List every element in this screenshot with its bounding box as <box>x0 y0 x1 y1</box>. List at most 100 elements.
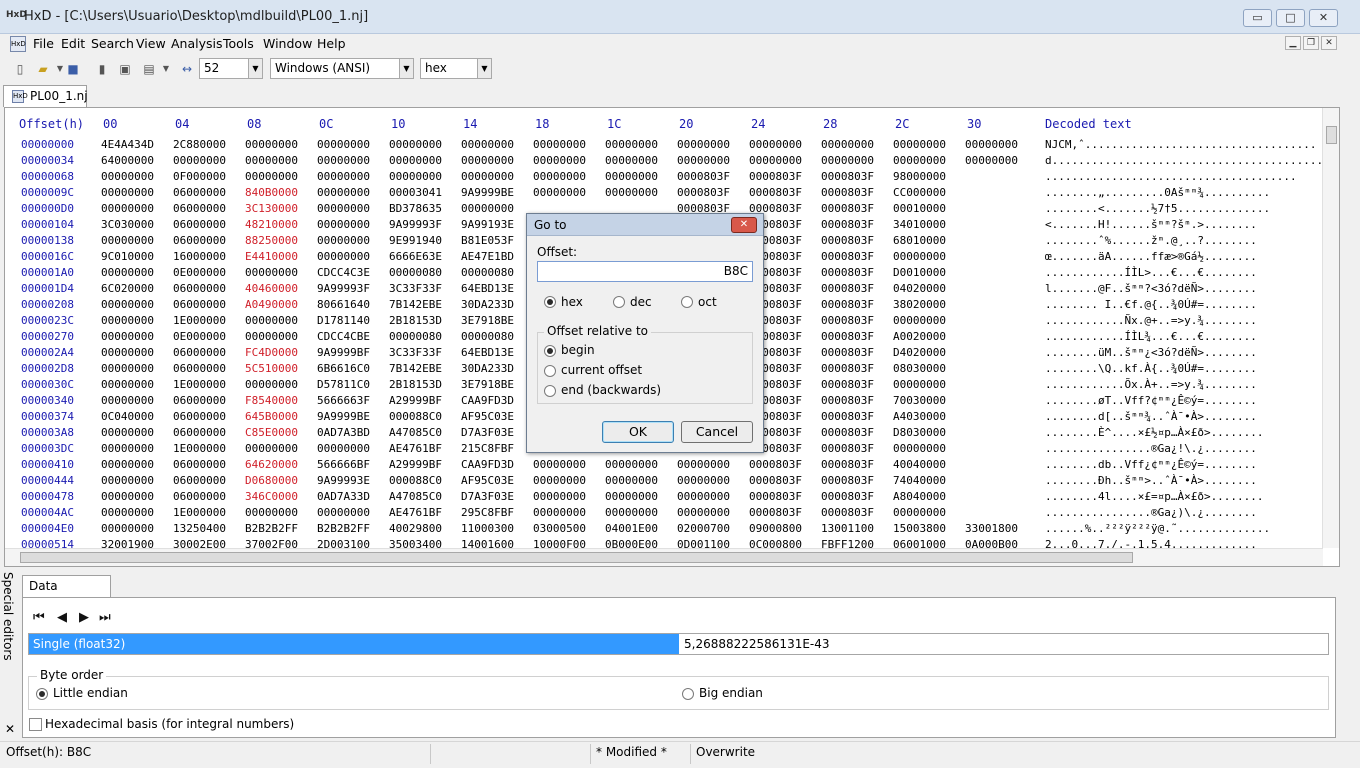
hex-cell[interactable]: 00000000 <box>893 138 946 151</box>
ok-button[interactable]: OK <box>602 421 674 443</box>
dialog-close-button[interactable]: ✕ <box>731 217 757 233</box>
hex-cell[interactable]: 0E000000 <box>173 266 226 279</box>
hex-cell[interactable]: 00000000 <box>317 186 370 199</box>
menu-analysis[interactable]: Analysis <box>171 36 223 51</box>
hex-cell[interactable]: 09000800 <box>749 522 802 535</box>
hex-cell[interactable]: 2B18153D <box>389 378 442 391</box>
hex-cell[interactable]: 00000000 <box>317 170 370 183</box>
hex-cell[interactable]: 00000000 <box>101 314 154 327</box>
hex-cell[interactable]: 2B18153D <box>389 314 442 327</box>
hex-row[interactable]: 00000478 00000000 06000000 346C0000 0AD7A33D… <box>5 490 1321 506</box>
row-offset[interactable]: 000004AC <box>21 506 74 519</box>
data-type-label[interactable]: Single (float32) <box>29 634 679 654</box>
row-offset[interactable]: 00000138 <box>21 234 74 247</box>
cancel-button[interactable]: Cancel <box>681 421 753 443</box>
hex-cell[interactable]: 00000000 <box>533 186 586 199</box>
hex-cell[interactable]: 0000803F <box>821 202 874 215</box>
hex-cell[interactable]: A47085C0 <box>389 426 442 439</box>
maximize-button[interactable]: □ <box>1276 9 1305 27</box>
hex-cell[interactable]: 00000000 <box>677 490 730 503</box>
hex-cell[interactable]: 00000080 <box>461 266 514 279</box>
hex-cell[interactable]: 3C33F33F <box>389 346 442 359</box>
decoded-text[interactable]: l.......@F..šᵐᵐ?<3ó?dëÑ>........ <box>1045 282 1257 295</box>
menu-tools[interactable]: Tools <box>223 36 254 51</box>
hex-cell[interactable]: 00000000 <box>101 490 154 503</box>
big-endian-label[interactable]: Big endian <box>699 686 763 700</box>
hex-cell[interactable]: 0000803F <box>749 458 802 471</box>
hex-cell[interactable]: 0000803F <box>821 314 874 327</box>
hex-cell[interactable]: 00000000 <box>245 170 298 183</box>
hex-cell[interactable]: 4E4A434D <box>101 138 154 151</box>
hex-cell[interactable]: 00000080 <box>389 330 442 343</box>
hex-cell[interactable]: 0000803F <box>821 282 874 295</box>
hex-cell[interactable]: 0000803F <box>821 186 874 199</box>
hex-cell[interactable]: D8030000 <box>893 426 946 439</box>
hex-cell[interactable]: 00000000 <box>893 506 946 519</box>
hex-cell[interactable]: 1E000000 <box>173 442 226 455</box>
hex-cell[interactable]: 00000000 <box>461 202 514 215</box>
hex-cell[interactable]: 00000000 <box>245 330 298 343</box>
hex-cell[interactable]: 2C880000 <box>173 138 226 151</box>
hex-cell[interactable]: D0680000 <box>245 474 298 487</box>
hex-cell[interactable]: 645B0000 <box>245 410 298 423</box>
hex-cell[interactable]: 00000000 <box>749 154 802 167</box>
hex-cell[interactable]: 04001E00 <box>605 522 658 535</box>
hex-cell[interactable]: 0000803F <box>821 426 874 439</box>
hex-cell[interactable]: 0AD7A3BD <box>317 426 370 439</box>
hex-cell[interactable]: 00000000 <box>245 314 298 327</box>
hex-cell[interactable]: 00000000 <box>101 234 154 247</box>
scroll-thumb[interactable] <box>20 552 1133 563</box>
first-icon[interactable]: ⏮ <box>33 610 45 625</box>
hex-cell[interactable]: 11000300 <box>461 522 514 535</box>
hex-cell[interactable]: 9A9999BF <box>317 346 370 359</box>
row-offset[interactable]: 000003A8 <box>21 426 74 439</box>
mdi-minimize-icon[interactable]: ▁ <box>1285 36 1301 50</box>
hex-cell[interactable]: 00000000 <box>893 250 946 263</box>
hex-cell[interactable]: 06000000 <box>173 474 226 487</box>
hex-cell[interactable]: 13250400 <box>173 522 226 535</box>
hex-cell[interactable]: CDCC4C3E <box>317 266 370 279</box>
close-icon[interactable]: ✕ <box>5 722 15 736</box>
hex-cell[interactable]: 00000000 <box>677 154 730 167</box>
hex-cell[interactable]: 70030000 <box>893 394 946 407</box>
hex-basis-checkbox[interactable] <box>29 718 42 731</box>
hex-cell[interactable]: 0000803F <box>821 362 874 375</box>
hex-cell[interactable]: 00000000 <box>245 378 298 391</box>
hex-cell[interactable]: 00000000 <box>245 138 298 151</box>
decoded-text[interactable]: NJCM,ˆ..................................… <box>1045 138 1317 151</box>
hex-cell[interactable]: 00000000 <box>101 442 154 455</box>
decoded-text[interactable]: ........d[..šᵐᵐ¾..ˆÀ¯•À>........ <box>1045 410 1257 423</box>
tab-data-inspector[interactable]: Data inspector <box>22 575 111 613</box>
hex-cell[interactable]: 00000000 <box>101 202 154 215</box>
hex-cell[interactable]: 0E000000 <box>173 330 226 343</box>
hex-cell[interactable]: A29999BF <box>389 394 442 407</box>
row-offset[interactable]: 00000034 <box>21 154 74 167</box>
hex-cell[interactable]: 00000080 <box>389 266 442 279</box>
decoded-text[interactable]: ............ÍÌL¾...€...€........ <box>1045 330 1257 343</box>
data-type-value[interactable]: 5,26888222586131E-43 <box>684 634 830 654</box>
hex-cell[interactable]: 00000000 <box>605 154 658 167</box>
charset-select[interactable]: Windows (ANSI) ▼ <box>270 58 414 79</box>
hex-cell[interactable]: 00000000 <box>101 506 154 519</box>
hex-cell[interactable]: 6C020000 <box>101 282 154 295</box>
decoded-text[interactable]: d.......................................… <box>1045 154 1336 167</box>
hex-cell[interactable]: 00000000 <box>389 170 442 183</box>
hex-row[interactable]: 000004E0 00000000 13250400 B2B2B2FF B2B2B2FF… <box>5 522 1321 538</box>
hex-cell[interactable]: 00000000 <box>605 474 658 487</box>
hex-cell[interactable]: 0000803F <box>749 170 802 183</box>
hex-cell[interactable]: 00000000 <box>533 154 586 167</box>
decoded-text[interactable]: ................®Ga¿!\.¿........ <box>1045 442 1257 455</box>
row-offset[interactable]: 00000104 <box>21 218 74 231</box>
hex-cell[interactable]: CC000000 <box>893 186 946 199</box>
hex-cell[interactable]: 3C33F33F <box>389 282 442 295</box>
hex-cell[interactable]: 000088C0 <box>389 474 442 487</box>
row-offset[interactable]: 000002D8 <box>21 362 74 375</box>
hex-cell[interactable]: 06000000 <box>173 186 226 199</box>
menu-file[interactable]: File <box>33 36 54 51</box>
hex-cell[interactable]: 7B142EBE <box>389 298 442 311</box>
hex-cell[interactable]: 00000000 <box>533 170 586 183</box>
radio-dec-label[interactable]: dec <box>630 295 652 309</box>
menu-view[interactable]: View <box>136 36 166 51</box>
hex-cell[interactable]: D0010000 <box>893 266 946 279</box>
hex-cell[interactable]: 566666BF <box>317 458 370 471</box>
